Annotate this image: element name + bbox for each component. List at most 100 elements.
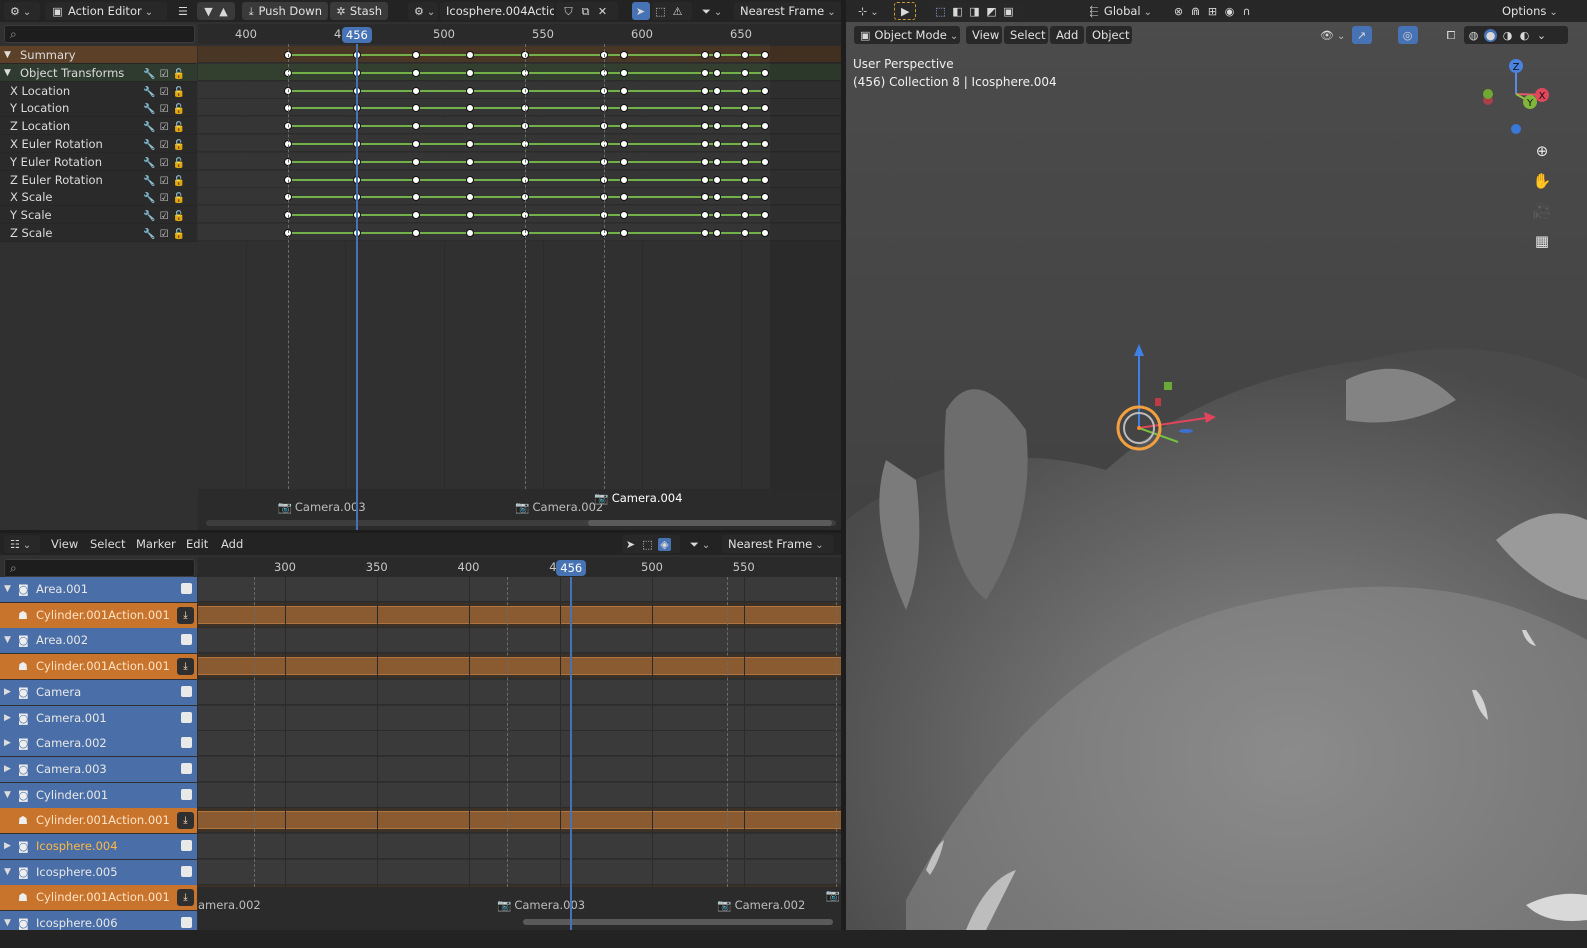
- nla-strip-area[interactable]: amera.002📷Camera.003📷Camera.002📷Camer: [198, 577, 841, 933]
- nla-action-row[interactable]: ☗ Cylinder.001Action.001 ⤓: [0, 808, 197, 834]
- horizontal-scrollbar[interactable]: [588, 520, 832, 526]
- collapse-triangle-icon[interactable]: ▶: [4, 680, 11, 705]
- channel-row[interactable]: Y Scale 🔧☑🔓: [0, 206, 197, 225]
- gizmo-toggle[interactable]: ↗: [1352, 26, 1372, 44]
- nla-snap-dropdown[interactable]: Nearest Frame: [722, 535, 834, 553]
- channel-row[interactable]: ▼ Object Transforms 🔧☑🔓: [0, 63, 197, 82]
- channel-row[interactable]: X Euler Rotation 🔧☑🔓: [0, 135, 197, 153]
- keyframe[interactable]: [740, 193, 749, 202]
- keyframe[interactable]: [701, 175, 710, 184]
- channel-search-input[interactable]: ⌕: [4, 25, 195, 43]
- keyframe[interactable]: [740, 104, 749, 113]
- keyframe[interactable]: [713, 175, 722, 184]
- nla-marker-label[interactable]: amera.002: [198, 898, 261, 912]
- marker-label[interactable]: 📷 Camera.002: [515, 500, 603, 514]
- shading-mode-buttons[interactable]: ◍ ● ◑ ◐ ⌄: [1464, 26, 1568, 44]
- channel-row[interactable]: Z Euler Rotation 🔧☑🔓: [0, 170, 197, 189]
- push-down-action-icon[interactable]: ⤓: [177, 658, 194, 676]
- frame-ruler[interactable]: 400450500550600650456: [198, 24, 841, 44]
- keyframe[interactable]: [701, 229, 710, 237]
- track-enable-checkbox[interactable]: [181, 917, 192, 929]
- zoom-icon[interactable]: ⊕: [1529, 138, 1555, 164]
- keyframe[interactable]: [412, 68, 421, 77]
- keyframe[interactable]: [465, 86, 474, 95]
- push-down-button[interactable]: ⤓ Push Down: [242, 2, 328, 20]
- expand-triangle-icon[interactable]: ▼: [4, 860, 11, 885]
- track-enable-checkbox[interactable]: [181, 583, 192, 594]
- nla-marker-label[interactable]: 📷 Camera.002: [717, 898, 805, 912]
- keyframe[interactable]: [620, 68, 629, 77]
- keyframe[interactable]: [760, 86, 769, 95]
- track-enable-checkbox[interactable]: [181, 737, 192, 749]
- expand-triangle-icon[interactable]: ▼: [4, 577, 11, 602]
- 3d-viewport[interactable]: ⊹ ▶ ⬚ ◧ ◨ ◩ ▣ ⬱Global ⊗ ⋒ ⊞ ◉ ∩ Options ▣Object …: [846, 0, 1587, 930]
- keyframe[interactable]: [465, 211, 474, 220]
- nla-object-row[interactable]: ▶ ◙ Camera.003: [0, 756, 197, 782]
- keyframe[interactable]: [701, 86, 710, 95]
- keyframe[interactable]: [713, 193, 722, 202]
- keyframe[interactable]: [620, 140, 629, 148]
- keyframe[interactable]: [760, 122, 769, 131]
- keyframe[interactable]: [760, 175, 769, 184]
- vp-menu-select[interactable]: Select: [1004, 26, 1048, 44]
- keyframe[interactable]: [620, 211, 629, 220]
- keyframe[interactable]: [465, 193, 474, 202]
- marker-label[interactable]: 📷 Camera.004: [594, 491, 682, 505]
- keyframe[interactable]: [760, 229, 769, 237]
- vp-menu-object[interactable]: Object: [1086, 26, 1132, 44]
- keyframe[interactable]: [713, 68, 722, 77]
- expand-triangle-icon[interactable]: ▼: [4, 783, 11, 808]
- keyframe[interactable]: [740, 157, 749, 166]
- keyframe[interactable]: [701, 122, 710, 131]
- camera-view-icon[interactable]: 🎥: [1529, 198, 1555, 224]
- keyframe[interactable]: [701, 157, 710, 166]
- nla-playhead-line[interactable]: [570, 577, 573, 933]
- keyframe[interactable]: [740, 175, 749, 184]
- keyframe[interactable]: [760, 104, 769, 113]
- push-down-action-icon[interactable]: ⤓: [177, 606, 194, 624]
- ortho-grid-icon[interactable]: ▦: [1529, 228, 1555, 254]
- pivot-snap-buttons[interactable]: ⊗ ⋒ ⊞ ◉ ∩: [1166, 2, 1296, 20]
- keyframe[interactable]: [701, 51, 710, 59]
- nla-object-row[interactable]: ▶ ◙ Camera.001: [0, 705, 197, 731]
- nla-menu-marker[interactable]: Marker: [131, 536, 181, 553]
- keyframe[interactable]: [740, 140, 749, 148]
- expand-triangle-icon[interactable]: ▼: [4, 64, 11, 82]
- track-enable-checkbox[interactable]: [181, 840, 192, 851]
- nla-object-row[interactable]: ▼ ◙ Icosphere.005: [0, 859, 197, 885]
- snap-dropdown[interactable]: Nearest Frame: [734, 2, 841, 20]
- nla-filter-button[interactable]: ⏷: [684, 535, 714, 553]
- keyframe[interactable]: [740, 86, 749, 95]
- keyframe[interactable]: [465, 122, 474, 131]
- keyframe[interactable]: [760, 157, 769, 166]
- vp-menu-add[interactable]: Add: [1050, 26, 1084, 44]
- keyframe[interactable]: [740, 51, 749, 59]
- keyframe[interactable]: [620, 122, 629, 131]
- nla-action-row[interactable]: ☗ Cylinder.001Action.001 ⤓: [0, 885, 197, 911]
- keyframe[interactable]: [620, 175, 629, 184]
- channel-row[interactable]: Z Scale 🔧☑🔓: [0, 224, 197, 242]
- mode-dropdown[interactable]: ▣ Action Editor: [45, 2, 167, 20]
- current-frame-indicator[interactable]: 456: [341, 27, 372, 43]
- action-browse-button[interactable]: ⚙: [408, 2, 438, 20]
- nla-object-row[interactable]: ▶ ◙ Camera: [0, 679, 197, 705]
- keyframe[interactable]: [620, 229, 629, 237]
- navigation-gizmo[interactable]: Z X Y: [1474, 56, 1554, 136]
- channel-toggle-icons[interactable]: 🔧☑🔓: [143, 226, 189, 244]
- keyframe[interactable]: [412, 86, 421, 95]
- selection-mode-buttons[interactable]: ⬚ ◧ ◨ ◩ ▣: [932, 2, 1024, 20]
- keyframe[interactable]: [713, 104, 722, 113]
- keyframe[interactable]: [412, 51, 421, 59]
- nla-action-row[interactable]: ☗ Cylinder.001Action.001 ⤓: [0, 654, 197, 680]
- keyframe[interactable]: [465, 157, 474, 166]
- keyframe[interactable]: [701, 104, 710, 113]
- keyframe[interactable]: [713, 157, 722, 166]
- keyframe[interactable]: [713, 229, 722, 237]
- layer-nav-buttons[interactable]: ▼ ▲: [197, 2, 235, 20]
- stash-button[interactable]: ✲ Stash: [330, 2, 388, 20]
- keyframe[interactable]: [412, 175, 421, 184]
- keyframe[interactable]: [465, 51, 474, 59]
- channel-row[interactable]: Y Euler Rotation 🔧☑🔓: [0, 152, 197, 171]
- nla-object-row[interactable]: ▼ ◙ Area.001: [0, 577, 197, 602]
- collapse-triangle-icon[interactable]: ▶: [4, 834, 11, 859]
